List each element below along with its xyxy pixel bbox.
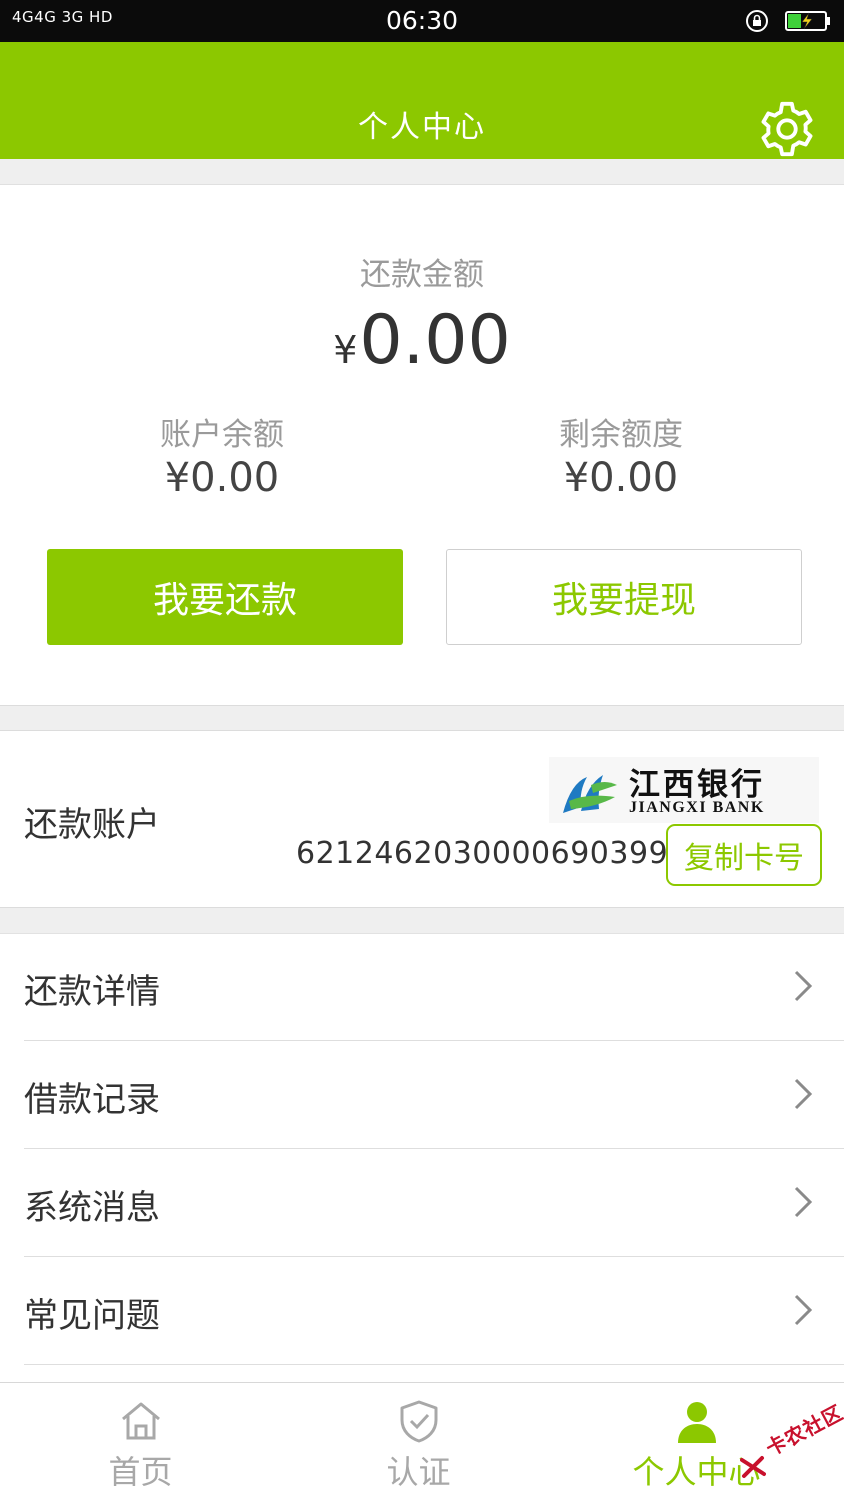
menu-item-label: 还款详情 (24, 972, 160, 1012)
tab-label: 认证 (386, 1453, 451, 1491)
tab-verify[interactable]: 认证 (278, 1383, 559, 1501)
user-icon (677, 1402, 716, 1443)
watermark-logo-icon (740, 1456, 766, 1478)
menu-item-faq[interactable]: 常见问题 (0, 1258, 844, 1365)
menu-item-label: 系统消息 (24, 1188, 160, 1228)
bank-logo: 江西银行 JIANGXI BANK (549, 757, 819, 823)
repay-amount-value: ¥0.00 (0, 301, 844, 380)
app-header: 个人中心 (0, 42, 844, 159)
tab-label: 首页 (108, 1453, 173, 1491)
menu-item-label: 借款记录 (24, 1080, 160, 1120)
bank-name-cn: 江西银行 (629, 767, 765, 803)
chevron-right-icon (794, 970, 813, 1002)
repay-button[interactable]: 我要还款 (47, 549, 403, 645)
shield-check-icon (400, 1400, 437, 1443)
remaining-credit-value: ¥0.00 (563, 455, 679, 501)
divider (24, 1364, 844, 1365)
repay-amount-number: 0.00 (359, 301, 511, 380)
repayment-account-label: 还款账户 (24, 805, 160, 845)
watermark: 卡农社区 (738, 1400, 844, 1488)
withdraw-button[interactable]: 我要提现 (446, 549, 802, 645)
card-number: 6212462030000690399 (296, 836, 669, 871)
battery-charging-icon (785, 11, 830, 31)
page-title: 个人中心 (358, 110, 486, 145)
status-bar: 4G4G 3G HD 06:30 (0, 0, 844, 42)
menu-list: 还款详情 借款记录 系统消息 常见问题 (0, 933, 844, 1384)
balance-label: 账户余额 (160, 417, 284, 453)
repay-amount-label: 还款金额 (360, 257, 484, 293)
chevron-right-icon (794, 1294, 813, 1326)
menu-item-repay-details[interactable]: 还款详情 (0, 934, 844, 1041)
repayment-summary-card: 还款金额 ¥0.00 账户余额 ¥0.00 剩余额度 ¥0.00 我要还款 我要… (0, 184, 844, 706)
home-icon (121, 1402, 160, 1440)
chevron-right-icon (794, 1186, 813, 1218)
copy-card-number-button[interactable]: 复制卡号 (666, 824, 822, 886)
bottom-nav: 首页 认证 个人中心 (0, 1382, 844, 1501)
remaining-credit-label: 剩余额度 (559, 417, 683, 453)
chevron-right-icon (794, 1078, 813, 1110)
menu-item-loan-records[interactable]: 借款记录 (0, 1042, 844, 1149)
rotation-lock-icon (746, 10, 768, 32)
divider (24, 1148, 844, 1149)
menu-item-label: 常见问题 (24, 1296, 160, 1336)
divider (24, 1256, 844, 1257)
menu-item-system-messages[interactable]: 系统消息 (0, 1150, 844, 1257)
gear-icon[interactable] (756, 98, 818, 160)
balance-value: ¥0.00 (164, 455, 280, 501)
bank-name-en: JIANGXI BANK (629, 799, 765, 816)
tab-home[interactable]: 首页 (0, 1383, 281, 1501)
bank-emblem-icon (563, 775, 617, 813)
status-time: 06:30 (385, 6, 459, 35)
currency-symbol: ¥ (333, 328, 358, 372)
divider (24, 1040, 844, 1041)
repayment-account-card: 还款账户 江西银行 JIANGXI BANK 62124620300006903… (0, 730, 844, 908)
